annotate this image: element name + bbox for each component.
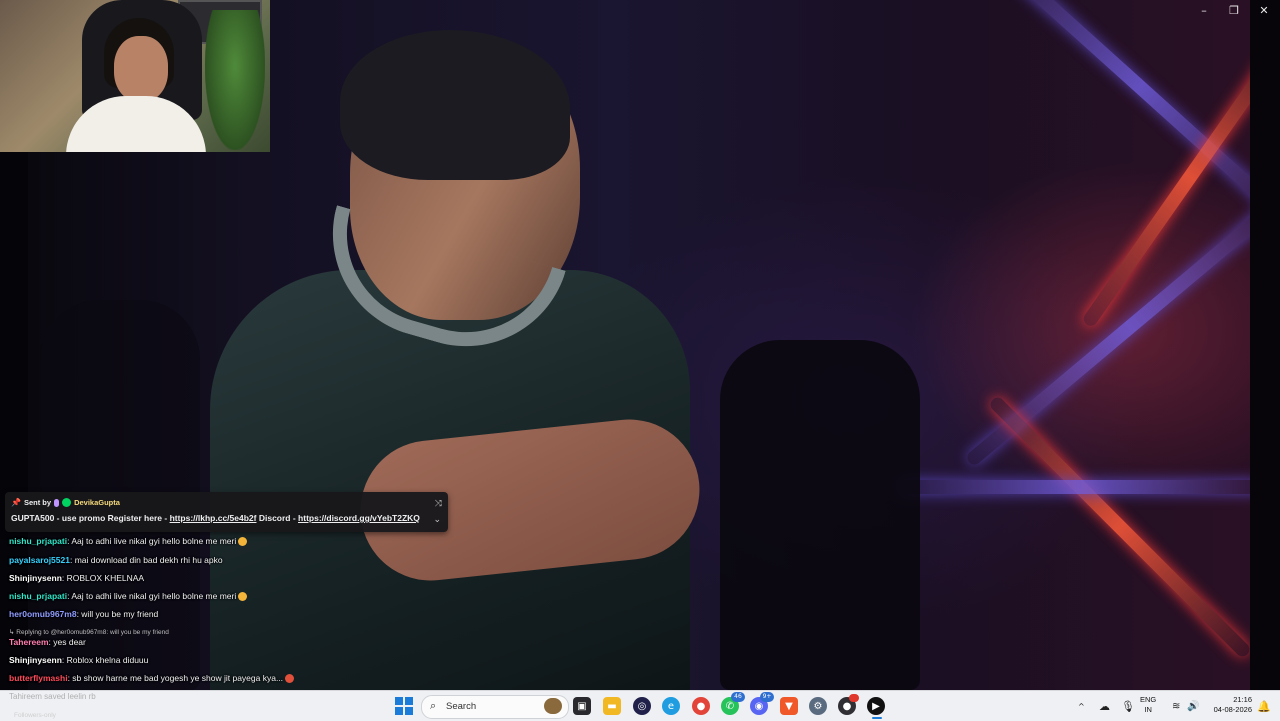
chat-message: Shinjinysenn: ROBLOX KHELNAA	[9, 573, 144, 584]
pinned-header: 📌 Sent by DevikaGupta	[11, 498, 120, 507]
clock-date: 04-08-2026	[1213, 705, 1252, 714]
chat-text: : ROBLOX KHELNAA	[61, 573, 145, 583]
mic-badge-icon	[54, 498, 60, 507]
pinned-text-prefix: GUPTA500 - use promo Register here -	[11, 513, 170, 523]
whatsapp-badge: 46	[731, 692, 745, 702]
chat-username[interactable]: nishu_prjapati	[9, 591, 67, 601]
chat-message: her0omub967m8: will you be my friend	[9, 609, 158, 620]
wifi-icon[interactable]: ≋	[1172, 691, 1180, 721]
region-code: IN	[1144, 705, 1152, 714]
chat-text: : Aaj to adhi live nikal gyi hello bolne…	[67, 591, 237, 601]
pinned-text: GUPTA500 - use promo Register here - htt…	[11, 513, 420, 523]
discord-badge: 9+	[760, 692, 774, 702]
windows-taskbar: ⌕ Search ▣ ▬ ◎ e ● ✆ 46 ◉ 9+ ▼ ⚙ ● ▶ ^ ☁ 🎙…	[0, 690, 1280, 721]
stage-light-red-2	[987, 394, 1253, 660]
pinned-message: 📌 Sent by DevikaGupta GUPTA500 - use pro…	[5, 492, 448, 532]
clock-time: 21:16	[1233, 695, 1252, 704]
maximize-button[interactable]: ❐	[1219, 4, 1249, 18]
unpin-icon[interactable]: ⤨	[435, 498, 442, 509]
streamer-face	[114, 36, 168, 102]
pinned-username[interactable]: DevikaGupta	[74, 498, 120, 507]
chat-text: : yes dear	[48, 637, 86, 647]
plant	[205, 10, 265, 150]
verified-badge-icon	[62, 498, 72, 507]
media-player-icon[interactable]: ▶	[867, 697, 885, 715]
microphone-icon[interactable]: 🎙	[1121, 691, 1135, 721]
chat-message: Shinjinysenn: Roblox khelna diduuu	[9, 655, 148, 666]
brave-icon[interactable]: ▼	[780, 697, 798, 715]
promo-link[interactable]: https://lkhp.cc/5e4b2f	[170, 513, 257, 523]
chat-username[interactable]: nishu_prjapati	[9, 536, 67, 546]
chat-text: : sb show harne me bad yogesh ye show ji…	[67, 673, 284, 683]
host-hair	[340, 30, 570, 180]
chat-text: : will you be my friend	[76, 609, 159, 619]
file-explorer-icon[interactable]: ▬	[603, 697, 621, 715]
reply-text: Replying to @her0omub967m8: will you be …	[16, 629, 169, 636]
windows-start-icon[interactable]	[395, 697, 413, 715]
language-indicator[interactable]: ENG IN	[1140, 695, 1156, 715]
streamer-webcam	[0, 0, 270, 152]
chat-username[interactable]: her0omub967m8	[9, 609, 77, 619]
chrome-icon[interactable]: ●	[692, 697, 710, 715]
notifications-icon[interactable]: 🔔	[1257, 691, 1271, 721]
chat-username[interactable]: butterflymashi	[9, 673, 68, 683]
search-label: Search	[446, 701, 477, 712]
chat-text: : Aaj to adhi live nikal gyi hello bolne…	[67, 536, 237, 546]
chat-message: payalsaroj5521: mai download din bad dek…	[9, 555, 223, 566]
chat-text: : mai download din bad dekh rhi hu apko	[69, 555, 223, 565]
chat-username[interactable]: Shinjinysenn	[9, 573, 62, 583]
emoji-icon	[285, 674, 295, 684]
search-icon: ⌕	[430, 699, 437, 712]
emoji-icon	[238, 537, 248, 547]
pinned-text-mid: Discord -	[256, 513, 299, 523]
onedrive-icon[interactable]: ☁	[1099, 691, 1110, 721]
task-view-icon[interactable]: ▣	[573, 697, 591, 715]
background-figure	[720, 340, 920, 690]
whatsapp-icon[interactable]: ✆ 46	[721, 692, 745, 715]
cortana-icon[interactable]: ◎	[633, 697, 651, 715]
chat-username[interactable]: Tahereem	[9, 637, 49, 647]
faded-chat-line: Tahireem saved leelin rb	[9, 692, 96, 701]
chat-text: : Roblox khelna diduuu	[61, 655, 149, 665]
emoji-icon	[238, 592, 248, 602]
followers-only-label: Followers-only	[14, 712, 56, 719]
sent-by-label: Sent by	[23, 498, 52, 507]
chat-message: nishu_prjapati: Aaj to adhi live nikal g…	[9, 536, 248, 547]
chat-username[interactable]: Shinjinysenn	[9, 655, 62, 665]
taskbar-clock[interactable]: 21:16 04-08-2026	[1206, 695, 1252, 715]
video-right-border	[1250, 0, 1280, 690]
volume-icon[interactable]: 🔊	[1187, 691, 1199, 721]
taskbar-search[interactable]: ⌕ Search	[421, 695, 569, 719]
reply-note: ↳ Replying to @her0omub967m8: will you b…	[9, 628, 169, 636]
obs-icon[interactable]: ●	[838, 694, 859, 715]
tray-chevron-icon[interactable]: ^	[1078, 691, 1085, 721]
chat-username[interactable]: payalsaroj5521	[9, 555, 70, 565]
discord-link[interactable]: https://discord.gg/vYebT2ZKQ	[298, 513, 420, 523]
active-app-indicator	[872, 717, 882, 719]
chat-message: nishu_prjapati: Aaj to adhi live nikal g…	[9, 591, 248, 602]
settings-gear-icon[interactable]: ⚙	[809, 697, 827, 715]
chat-message: butterflymashi: sb show harne me bad yog…	[9, 673, 295, 684]
stage-light-purple-3	[900, 480, 1260, 494]
language-code: ENG	[1140, 695, 1157, 704]
recording-dot	[849, 694, 859, 702]
close-button[interactable]: ✕	[1249, 4, 1279, 18]
search-highlight-icon	[544, 698, 562, 714]
expand-chevron-icon[interactable]: ⌄	[433, 514, 441, 525]
discord-icon[interactable]: ◉ 9+	[750, 692, 774, 715]
edge-icon[interactable]: e	[662, 697, 680, 715]
minimize-button[interactable]: –	[1189, 4, 1219, 18]
chat-message: Tahereem: yes dear	[9, 637, 86, 648]
pin-icon: 📌	[11, 498, 21, 507]
